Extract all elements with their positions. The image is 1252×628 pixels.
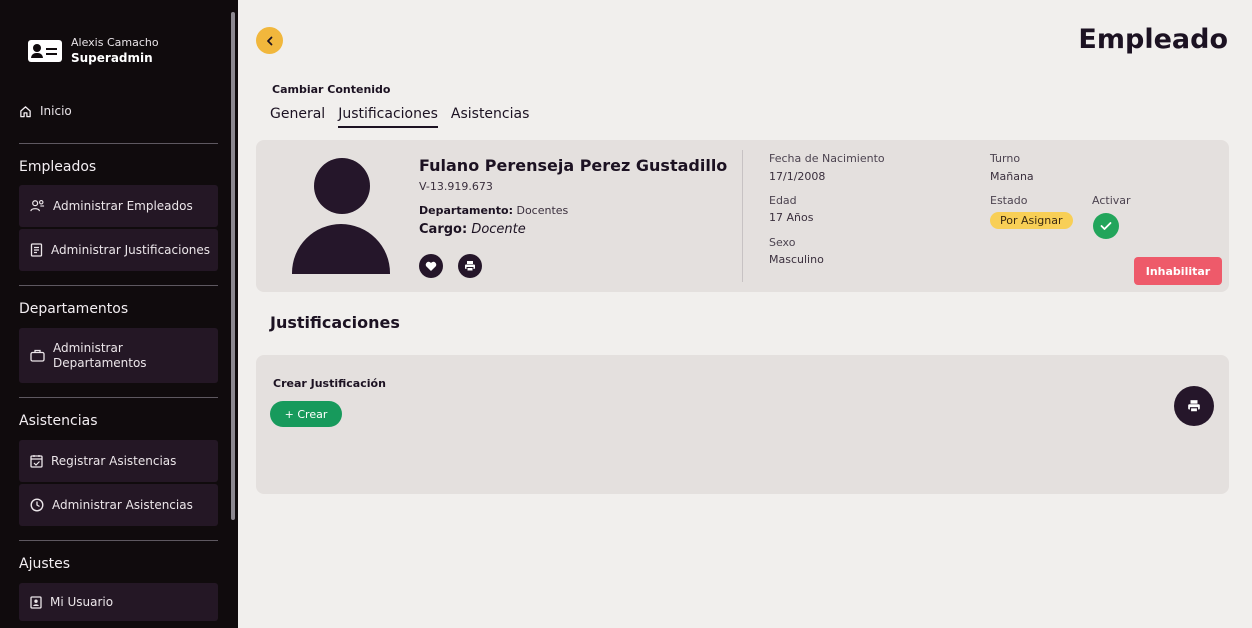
nav-label: Administrar Asistencias xyxy=(52,498,193,512)
birth-value: 17/1/2008 xyxy=(769,170,826,183)
check-icon xyxy=(1100,222,1112,230)
user-role: Superadmin xyxy=(71,51,153,65)
tab-justificaciones[interactable]: Justificaciones xyxy=(338,106,438,128)
employee-card: Fulano Perenseja Perez Gustadillo V-13.9… xyxy=(256,140,1229,292)
activate-label: Activar xyxy=(1092,194,1131,207)
age-label: Edad xyxy=(769,194,797,207)
nav-label: Registrar Asistencias xyxy=(51,454,177,468)
create-justification-label: Crear Justificación xyxy=(273,377,386,390)
vertical-divider xyxy=(742,150,743,282)
clock-icon xyxy=(30,498,44,512)
justifications-card: Crear Justificación + Crear xyxy=(256,355,1229,494)
change-content-label: Cambiar Contenido xyxy=(272,83,391,96)
sidebar-scrollbar[interactable] xyxy=(231,12,235,520)
calendar-check-icon xyxy=(30,455,43,468)
avatar xyxy=(292,158,392,274)
divider xyxy=(19,397,218,398)
section-title-departamentos: Departamentos xyxy=(19,301,129,317)
sidebar-item-administrar-justificaciones[interactable]: Administrar Justificaciones xyxy=(19,229,218,271)
sidebar: Alexis Camacho Superadmin Inicio Emplead… xyxy=(0,0,238,628)
divider xyxy=(19,285,218,286)
tab-asistencias[interactable]: Asistencias xyxy=(451,106,530,128)
create-button[interactable]: + Crear xyxy=(270,401,342,427)
status-badge: Por Asignar xyxy=(990,212,1073,229)
document-icon xyxy=(30,243,43,257)
sidebar-item-registrar-asistencias[interactable]: Registrar Asistencias xyxy=(19,440,218,482)
nav-label-line2: Departamentos xyxy=(53,355,147,370)
sidebar-item-home-label: Inicio xyxy=(40,104,72,118)
print-justifications-button[interactable] xyxy=(1174,386,1214,426)
sex-value: Masculino xyxy=(769,253,824,266)
printer-icon xyxy=(1188,400,1200,413)
shift-value: Mañana xyxy=(990,170,1034,183)
sidebar-item-administrar-empleados[interactable]: Administrar Empleados xyxy=(19,185,218,227)
age-value: 17 Años xyxy=(769,211,814,224)
nav-label: Mi Usuario xyxy=(50,595,114,609)
cargo-value: Docente xyxy=(471,222,526,237)
sex-label: Sexo xyxy=(769,236,796,249)
tab-general[interactable]: General xyxy=(270,106,325,128)
birth-label: Fecha de Nacimiento xyxy=(769,152,885,165)
sidebar-item-administrar-departamentos[interactable]: Administrar Departamentos xyxy=(19,328,218,383)
section-title-ajustes: Ajustes xyxy=(19,556,71,572)
status-label: Estado xyxy=(990,194,1028,207)
shift-label: Turno xyxy=(990,152,1021,165)
content-tabs: General Justificaciones Asistencias xyxy=(270,106,542,128)
users-icon xyxy=(30,200,45,212)
id-card-icon xyxy=(28,39,62,62)
employee-name: Fulano Perenseja Perez Gustadillo xyxy=(419,156,728,175)
activate-toggle[interactable] xyxy=(1093,213,1119,239)
user-card-icon xyxy=(30,595,42,609)
department-value: Docentes xyxy=(516,204,569,217)
home-icon xyxy=(20,105,31,117)
divider xyxy=(19,540,218,541)
sidebar-item-home[interactable]: Inicio xyxy=(19,104,72,118)
nav-label: Administrar Justificaciones xyxy=(51,243,211,257)
employee-department: Departamento: Docentes xyxy=(419,204,568,217)
app: Alexis Camacho Superadmin Inicio Emplead… xyxy=(0,0,1252,628)
back-button[interactable] xyxy=(256,27,283,54)
department-label: Departamento: xyxy=(419,204,513,217)
section-title-empleados: Empleados xyxy=(19,159,97,175)
sidebar-item-administrar-asistencias[interactable]: Administrar Asistencias xyxy=(19,484,218,526)
employee-cargo: Cargo: Docente xyxy=(419,222,526,237)
heart-icon xyxy=(425,261,437,271)
page-title: Empleado xyxy=(1078,24,1228,55)
briefcase-icon xyxy=(30,349,45,362)
sidebar-item-mi-usuario[interactable]: Mi Usuario xyxy=(19,583,218,621)
section-title-asistencias: Asistencias xyxy=(19,413,98,429)
nav-label: Administrar Empleados xyxy=(53,199,193,213)
employee-id: V-13.919.673 xyxy=(419,180,493,193)
chevron-left-icon xyxy=(266,36,272,45)
printer-icon xyxy=(465,261,475,272)
user-profile: Alexis Camacho Superadmin xyxy=(28,36,159,65)
justifications-heading: Justificaciones xyxy=(270,313,400,332)
disable-button[interactable]: Inhabilitar xyxy=(1134,257,1222,285)
favorite-button[interactable] xyxy=(419,254,443,278)
print-button[interactable] xyxy=(458,254,482,278)
user-name: Alexis Camacho xyxy=(71,36,159,49)
cargo-label: Cargo: xyxy=(419,222,468,237)
divider xyxy=(19,143,218,144)
nav-label-line1: Administrar xyxy=(53,340,123,355)
